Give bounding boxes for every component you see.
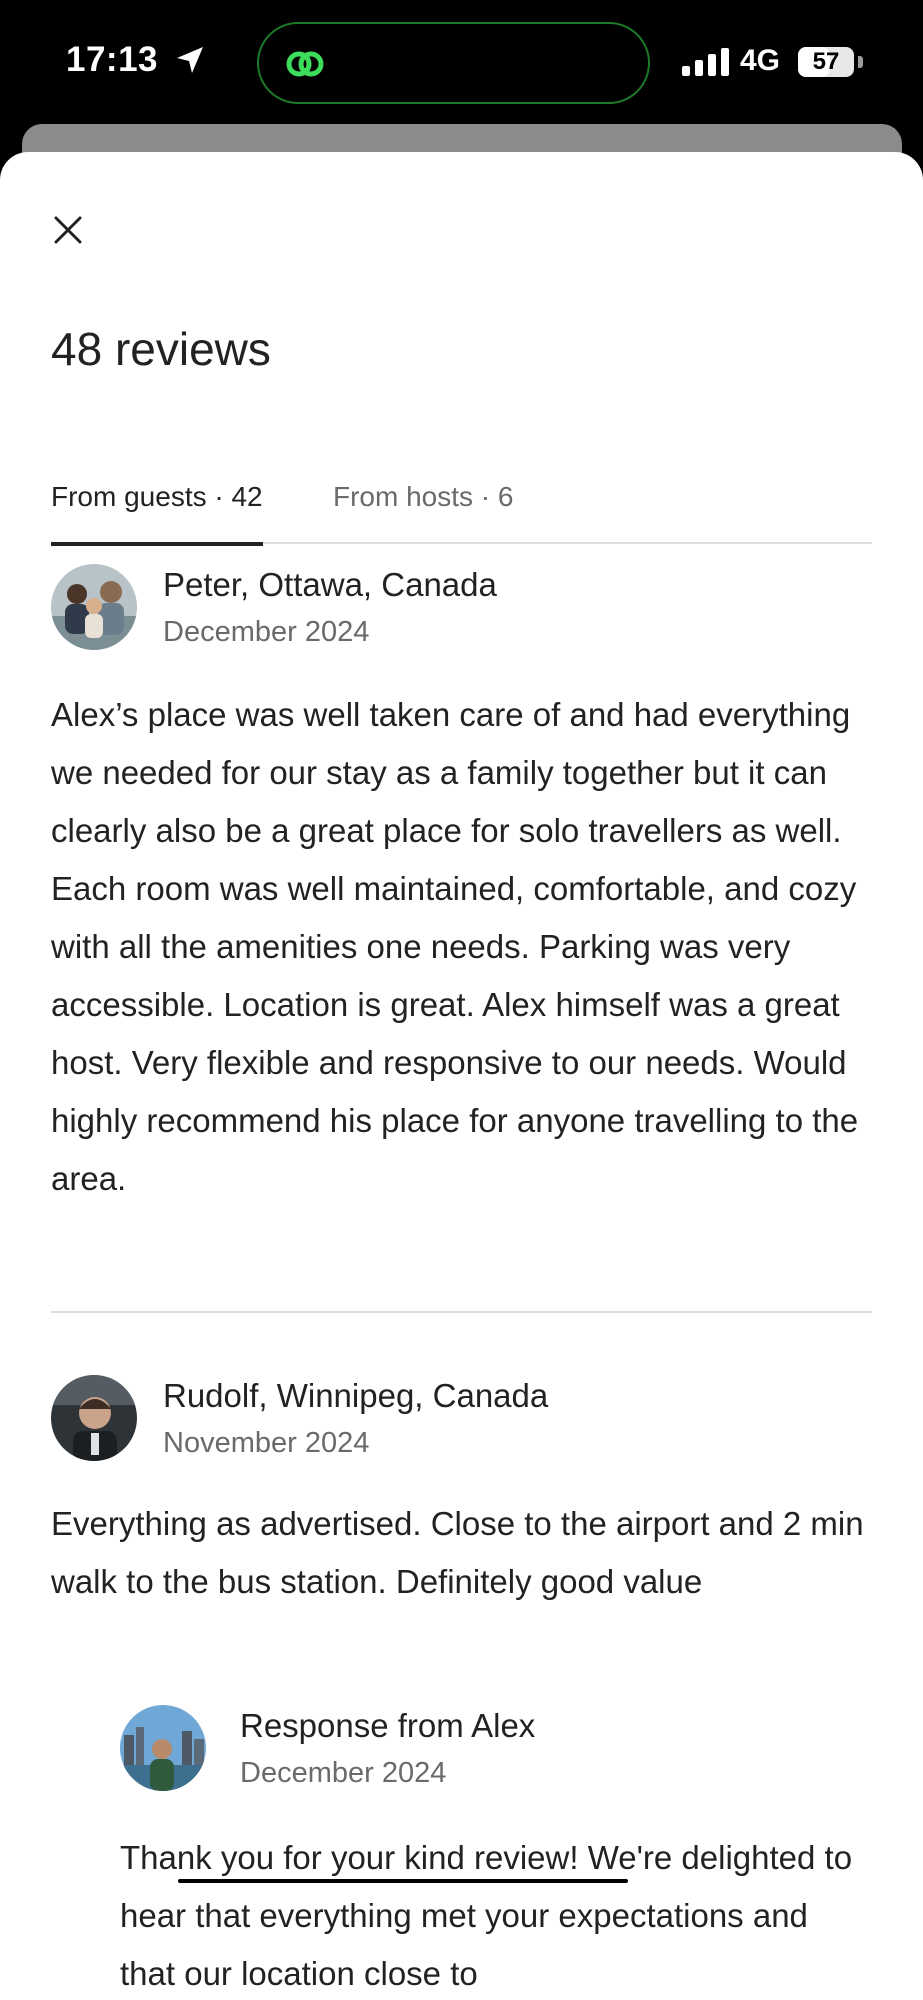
close-icon — [54, 216, 82, 244]
review-text: Everything as advertised. Close to the a… — [51, 1505, 864, 1600]
dynamic-island — [257, 22, 650, 104]
avatar-photo — [51, 1375, 137, 1461]
cellular-signal-icon — [682, 48, 729, 76]
reviews-modal: 48 reviews From guests · 42 From hosts ·… — [0, 152, 923, 2000]
reviewer-name: Rudolf, Winnipeg, Canada — [163, 1377, 549, 1414]
response-date: December 2024 — [240, 1757, 447, 1789]
divider — [51, 1311, 872, 1313]
avatar[interactable] — [51, 564, 137, 650]
avatar[interactable] — [51, 1375, 137, 1461]
status-bar: 17:13 4G 57 — [0, 0, 923, 125]
page-title: 48 reviews — [51, 323, 271, 375]
avatar[interactable] — [120, 1705, 206, 1791]
network-type: 4G — [740, 44, 781, 77]
tab-from-hosts[interactable]: From hosts · 6 — [333, 472, 513, 544]
status-time: 17:13 — [66, 40, 159, 79]
avatar-photo — [120, 1705, 206, 1791]
response-author: Response from Alex — [240, 1707, 536, 1744]
review-date: November 2024 — [163, 1427, 370, 1459]
battery-icon: 57 — [798, 47, 854, 77]
battery-percent: 57 — [812, 48, 840, 75]
review-text: Alex’s place was well taken care of and … — [51, 696, 859, 1197]
app-activity-icon — [286, 51, 324, 77]
avatar-photo — [51, 564, 137, 650]
response-text: Thank you for your kind review! We're de… — [120, 1839, 853, 1992]
home-indicator — [178, 1879, 628, 1883]
tab-from-guests[interactable]: From guests · 42 — [51, 472, 263, 546]
close-button[interactable] — [44, 206, 92, 254]
battery-tip — [858, 56, 863, 68]
review-tabs: From guests · 42 From hosts · 6 — [51, 472, 872, 546]
reviewer-name: Peter, Ottawa, Canada — [163, 566, 497, 603]
review-date: December 2024 — [163, 616, 370, 648]
location-arrow-icon — [177, 47, 203, 73]
